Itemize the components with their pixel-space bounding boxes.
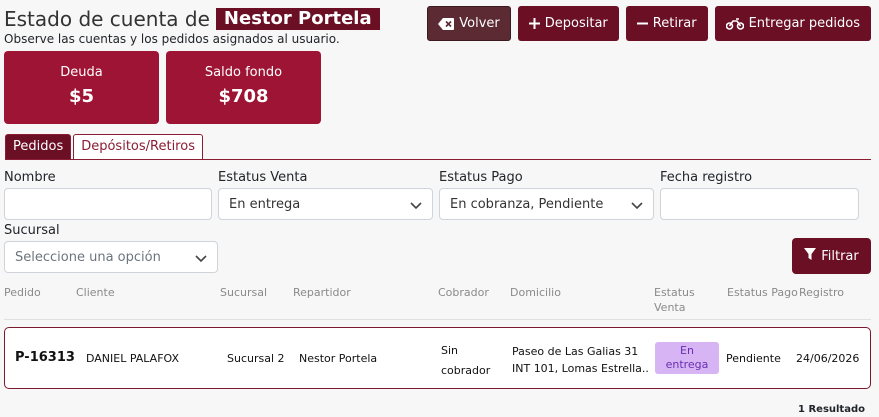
column-header-sale-status-line1: Estatus: [654, 286, 695, 299]
address-value-line2: INT 101, Lomas Estrella...: [512, 362, 648, 375]
page-subtitle: Observe las cuentas y los pedidos asigna…: [4, 32, 340, 46]
minus-icon: [636, 18, 648, 29]
name-filter-input[interactable]: [4, 188, 212, 220]
branch-name: Sucursal 2: [227, 352, 285, 365]
chevron-down-icon: [631, 199, 643, 214]
column-header-branch: Sucursal: [220, 286, 268, 299]
payment-status-select[interactable]: En cobranza, Pendiente: [439, 188, 654, 220]
sale-status-badge-line1: En: [680, 344, 694, 357]
sale-status-select[interactable]: En entrega: [218, 188, 433, 220]
column-header-order: Pedido: [4, 286, 41, 299]
collector-value: Sin cobrador: [441, 341, 490, 381]
tab-orders[interactable]: Pedidos: [5, 134, 72, 159]
filter-button-label: Filtrar: [821, 248, 859, 264]
page-title: Estado de cuenta de Nestor Portela: [4, 7, 380, 31]
registration-date-filter-label: Fecha registro: [660, 170, 753, 185]
table-header-divider: [4, 319, 871, 320]
filter-button[interactable]: Filtrar: [792, 238, 871, 274]
motorcycle-icon: [725, 17, 744, 30]
sale-status-select-value: En entrega: [229, 196, 301, 212]
address-value-line1: Paseo de Las Galias 31: [512, 345, 639, 358]
client-name: DANIEL PALAFOX: [86, 352, 180, 365]
branch-select-placeholder: Seleccione una opción: [15, 249, 161, 265]
column-header-client: Cliente: [76, 286, 115, 299]
deposit-button[interactable]: Depositar: [517, 6, 619, 41]
name-filter-label: Nombre: [4, 170, 56, 185]
sale-status-filter-label: Estatus Venta: [218, 170, 308, 185]
withdraw-button-label: Retirar: [652, 16, 697, 31]
result-count: 1 Resultado: [798, 404, 865, 415]
page-header: Estado de cuenta de Nestor Portela Obser…: [4, 7, 380, 46]
branch-select[interactable]: Seleccione una opción: [4, 241, 218, 273]
collector-value-line2: cobrador: [441, 364, 491, 377]
page-title-prefix: Estado de cuenta de: [4, 7, 210, 31]
action-toolbar: Volver Depositar Retirar Entregar pedido…: [427, 6, 871, 41]
chevron-down-icon: [410, 199, 422, 214]
plus-icon: [528, 18, 540, 29]
deposit-button-label: Depositar: [544, 16, 608, 31]
fund-balance-card: Saldo fondo $708: [166, 51, 321, 124]
summary-cards: Deuda $5 Saldo fondo $708: [4, 51, 321, 124]
back-button[interactable]: Volver: [427, 6, 511, 41]
registration-date-input[interactable]: [660, 188, 859, 220]
chevron-down-icon: [195, 252, 207, 267]
sale-status-badge: En entrega: [655, 342, 719, 374]
column-header-sale-status: Estatus Venta: [654, 285, 695, 315]
tab-bar: Pedidos Depósitos/Retiros: [5, 134, 871, 160]
tab-deposits-withdrawals[interactable]: Depósitos/Retiros: [73, 134, 203, 159]
deliver-orders-button[interactable]: Entregar pedidos: [714, 6, 871, 41]
registration-date-value: 24/06/2026: [796, 352, 860, 365]
column-header-address: Domicilio: [510, 286, 561, 299]
withdraw-button[interactable]: Retirar: [625, 6, 708, 41]
order-id: P-16313: [15, 350, 75, 365]
fund-balance-card-value: $708: [218, 86, 269, 107]
payment-status-filter-label: Estatus Pago: [439, 170, 523, 185]
table-row[interactable]: P-16313 DANIEL PALAFOX Sucursal 2 Nestor…: [4, 327, 871, 389]
deliver-orders-button-label: Entregar pedidos: [748, 16, 860, 31]
debt-card: Deuda $5: [4, 51, 159, 124]
column-header-registration: Registro: [799, 286, 845, 299]
column-header-delivery-person: Repartidor: [293, 286, 351, 299]
backspace-icon: [438, 17, 455, 30]
payment-status-select-value: En cobranza, Pendiente: [450, 196, 604, 212]
delivery-person-name: Nestor Portela: [299, 352, 378, 365]
debt-card-label: Deuda: [60, 65, 103, 80]
debt-card-value: $5: [68, 86, 95, 107]
column-header-collector: Cobrador: [438, 286, 489, 299]
collector-value-line1: Sin: [441, 344, 459, 357]
column-header-sale-status-line2: Venta: [654, 301, 686, 314]
sale-status-badge-line2: entrega: [665, 358, 709, 371]
payment-status-value: Pendiente: [726, 352, 781, 365]
user-name-badge: Nestor Portela: [215, 8, 380, 30]
fund-balance-card-label: Saldo fondo: [204, 65, 283, 80]
address-value: Paseo de Las Galias 31 INT 101, Lomas Es…: [512, 343, 648, 377]
column-header-payment-status: Estatus Pago: [727, 286, 798, 299]
branch-filter-label: Sucursal: [4, 223, 60, 238]
funnel-icon: [804, 248, 817, 264]
back-button-label: Volver: [459, 16, 500, 31]
